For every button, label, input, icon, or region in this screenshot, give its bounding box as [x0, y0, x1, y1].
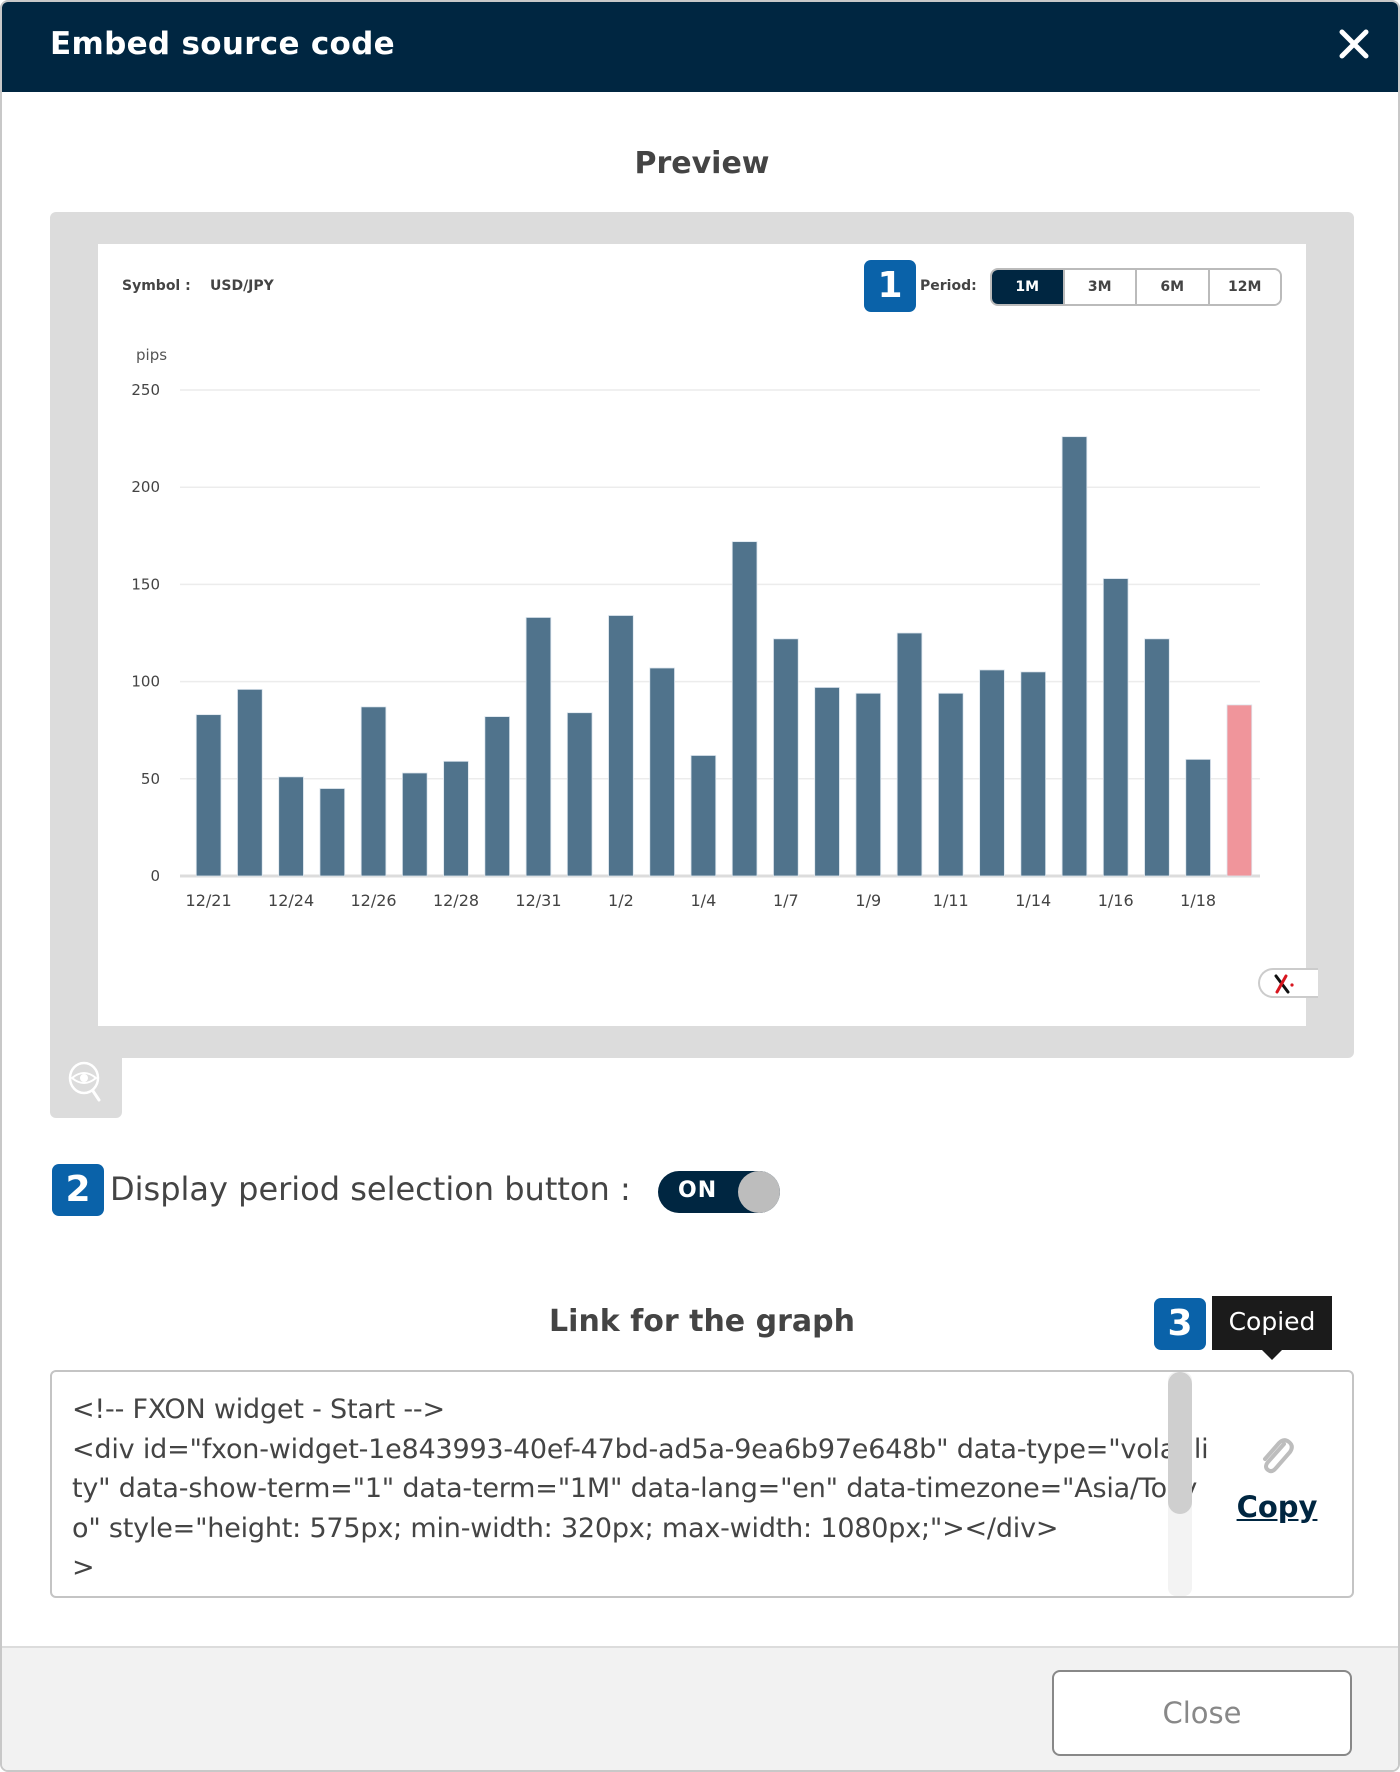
- bar-12-22: [237, 688, 263, 877]
- copied-tooltip: Copied: [1212, 1296, 1332, 1360]
- paperclip-icon: [1263, 1438, 1294, 1474]
- step-badge-3: 3: [1154, 1298, 1206, 1350]
- embed-source-code-dialog: Embed source code Preview Symbol : USD/J…: [0, 0, 1400, 1772]
- bar-12-21: [195, 714, 222, 877]
- y-tick-label: 250: [131, 381, 160, 399]
- x-tick-label: 1/16: [1098, 891, 1134, 910]
- period-button-12m[interactable]: 12M: [1209, 270, 1280, 304]
- x-tick-label: 12/28: [433, 891, 479, 910]
- dialog-header: Embed source code: [2, 2, 1398, 92]
- chart-widget: Symbol : USD/JPY 1 Period: 1M 3M 6M 12M pip…: [98, 244, 1318, 1026]
- y-tick-label: 50: [141, 770, 160, 788]
- bar-1-4: [690, 755, 717, 877]
- y-tick-label: 200: [131, 478, 160, 496]
- bar-1-17: [1144, 638, 1170, 877]
- bar-1-7: [773, 638, 799, 877]
- x-tick-label: 12/21: [186, 891, 232, 910]
- y-tick-label: 150: [131, 575, 160, 593]
- bar-1-11: [938, 692, 964, 877]
- x-tick-label: 1/18: [1180, 891, 1216, 910]
- bar-1-10: [896, 632, 923, 877]
- embed-code-box: <!-- FXON widget - Start --> <div id="fx…: [50, 1370, 1354, 1598]
- fxon-logo[interactable]: [1258, 968, 1318, 998]
- bar-12-31: [525, 617, 552, 877]
- x-tick-label: 1/7: [773, 891, 799, 910]
- bar-12-25: [319, 788, 346, 877]
- x-tick-label: 1/14: [1015, 891, 1051, 910]
- bar-1-15: [1061, 436, 1088, 877]
- x-tick-label: 12/26: [350, 891, 396, 910]
- bar-1-16: [1102, 578, 1129, 877]
- period-button-3m[interactable]: 3M: [1064, 270, 1137, 304]
- dialog-footer: Close: [2, 1646, 1398, 1770]
- y-axis-label: pips: [136, 346, 167, 364]
- x-tick-label: 1/2: [608, 891, 634, 910]
- fxon-logo-icon: [1274, 974, 1294, 994]
- preview-title: Preview: [634, 146, 770, 181]
- copy-button[interactable]: Copy: [1202, 1372, 1352, 1596]
- toggle-state: ON: [678, 1178, 718, 1203]
- volatility-bar-chart: pips 0 50 100 150 200 250 12/21 12/24 12/26 12/28 1…: [131, 346, 1260, 910]
- bar-12-29: [484, 716, 511, 877]
- close-icon[interactable]: [1334, 24, 1374, 64]
- code-scrollbar[interactable]: [1168, 1372, 1192, 1596]
- y-tick-label: 100: [131, 673, 160, 691]
- period-selector: 1M 3M 6M 12M: [990, 268, 1282, 306]
- step-badge-2: 2: [52, 1164, 104, 1216]
- bar-1-5: [731, 541, 758, 877]
- bar-1-19: [1226, 704, 1253, 877]
- preview-zoom-button[interactable]: [50, 1052, 122, 1118]
- display-period-toggle[interactable]: ON: [658, 1171, 780, 1213]
- bar-12-27: [401, 772, 428, 877]
- bar-12-28: [443, 760, 469, 877]
- x-tick-label: 12/24: [268, 891, 314, 910]
- bar-1-18: [1185, 758, 1211, 877]
- close-button[interactable]: Close: [1052, 1670, 1352, 1756]
- code-scroll-thumb[interactable]: [1168, 1372, 1192, 1514]
- x-tick-label: 1/11: [933, 891, 969, 910]
- bar-1-8: [814, 687, 840, 877]
- bar-1-2: [608, 615, 634, 877]
- x-tick-label: 1/4: [691, 891, 717, 910]
- bar-1-12: [979, 669, 1005, 877]
- bar-1-1: [566, 712, 593, 877]
- bar-1-14: [1020, 671, 1046, 877]
- x-tick-label: 1/9: [855, 891, 881, 910]
- symbol-value: USD/JPY: [210, 278, 274, 294]
- bar-12-26: [360, 706, 387, 877]
- y-tick-label: 0: [150, 867, 160, 885]
- toggle-label: Display period selection button :: [110, 1170, 631, 1208]
- eye-magnifier-icon: [68, 1061, 101, 1102]
- copy-label: Copy: [1236, 1490, 1318, 1524]
- bar-12-24: [278, 776, 304, 877]
- embed-code-textarea[interactable]: <!-- FXON widget - Start --> <div id="fx…: [72, 1390, 1212, 1588]
- toggle-knob: [738, 1171, 780, 1213]
- x-tick-label: 12/31: [515, 891, 561, 910]
- dialog-title: Embed source code: [50, 26, 395, 62]
- step-badge-1: 1: [864, 260, 916, 312]
- period-button-6m[interactable]: 6M: [1137, 270, 1210, 304]
- bar-1-3: [649, 667, 675, 877]
- period-button-1m[interactable]: 1M: [992, 270, 1065, 304]
- symbol-label: Symbol :: [122, 278, 191, 294]
- bar-1-9: [855, 692, 882, 877]
- period-label: Period:: [920, 278, 977, 294]
